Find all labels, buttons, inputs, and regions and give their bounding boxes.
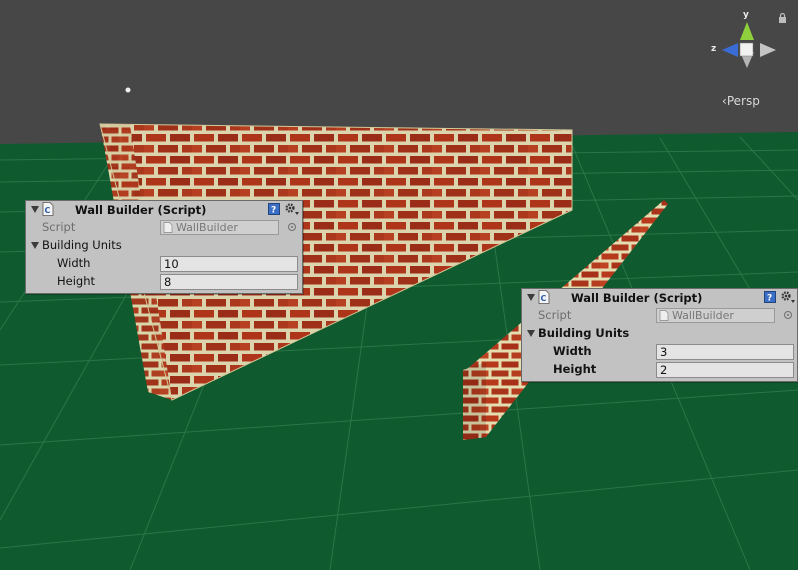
gizmo-y-label: y — [743, 10, 749, 20]
gear-icon[interactable] — [780, 290, 796, 304]
script-file-icon — [163, 222, 173, 233]
svg-text:?: ? — [767, 294, 772, 304]
gear-icon[interactable] — [284, 202, 300, 216]
section-label: Building Units — [538, 326, 630, 340]
height-input[interactable]: 2 — [656, 362, 794, 378]
width-input[interactable]: 10 — [160, 256, 298, 272]
script-label: Script — [42, 220, 76, 234]
height-label: Height — [57, 274, 96, 288]
width-input[interactable]: 3 — [656, 344, 794, 360]
foldout-arrow-icon[interactable] — [31, 242, 39, 249]
wall-builder-inspector-2[interactable]: C Wall Builder (Script) ? Script WallBui… — [521, 288, 798, 382]
projection-toggle[interactable]: ‹Persp — [722, 94, 760, 108]
foldout-arrow-icon[interactable] — [31, 206, 39, 213]
help-icon[interactable]: ? — [764, 291, 776, 303]
light-marker — [125, 87, 131, 93]
gizmo-z-label: z — [711, 44, 717, 54]
csharp-script-icon: C — [538, 290, 550, 304]
script-object-field[interactable]: WallBuilder — [160, 220, 279, 235]
script-file-icon — [659, 310, 669, 321]
height-input[interactable]: 8 — [160, 274, 298, 290]
lock-icon[interactable] — [778, 13, 787, 23]
object-picker-icon[interactable] — [784, 311, 792, 319]
foldout-arrow-icon[interactable] — [527, 294, 535, 301]
width-label: Width — [553, 344, 592, 358]
component-header[interactable]: C Wall Builder (Script) ? — [522, 289, 797, 306]
svg-text:C: C — [45, 206, 51, 215]
orientation-gizmo[interactable]: y z ‹Persp — [700, 6, 796, 118]
svg-text:?: ? — [271, 206, 276, 216]
script-object-value: WallBuilder — [176, 221, 238, 234]
wall-builder-inspector-1[interactable]: C Wall Builder (Script) ? Script WallBui… — [25, 200, 303, 294]
script-object-field[interactable]: WallBuilder — [656, 308, 775, 323]
help-icon[interactable]: ? — [268, 203, 280, 215]
component-header[interactable]: C Wall Builder (Script) ? — [26, 201, 302, 218]
script-label: Script — [538, 308, 572, 322]
script-object-value: WallBuilder — [672, 309, 734, 322]
projection-label: Persp — [726, 94, 760, 108]
height-label: Height — [553, 362, 597, 376]
object-picker-icon[interactable] — [288, 223, 296, 231]
foldout-arrow-icon[interactable] — [527, 330, 535, 337]
component-title: Wall Builder (Script) — [75, 203, 207, 217]
width-label: Width — [57, 256, 91, 270]
component-title: Wall Builder (Script) — [571, 291, 703, 305]
csharp-script-icon: C — [42, 202, 54, 216]
section-label: Building Units — [42, 238, 122, 252]
svg-text:C: C — [541, 294, 547, 303]
